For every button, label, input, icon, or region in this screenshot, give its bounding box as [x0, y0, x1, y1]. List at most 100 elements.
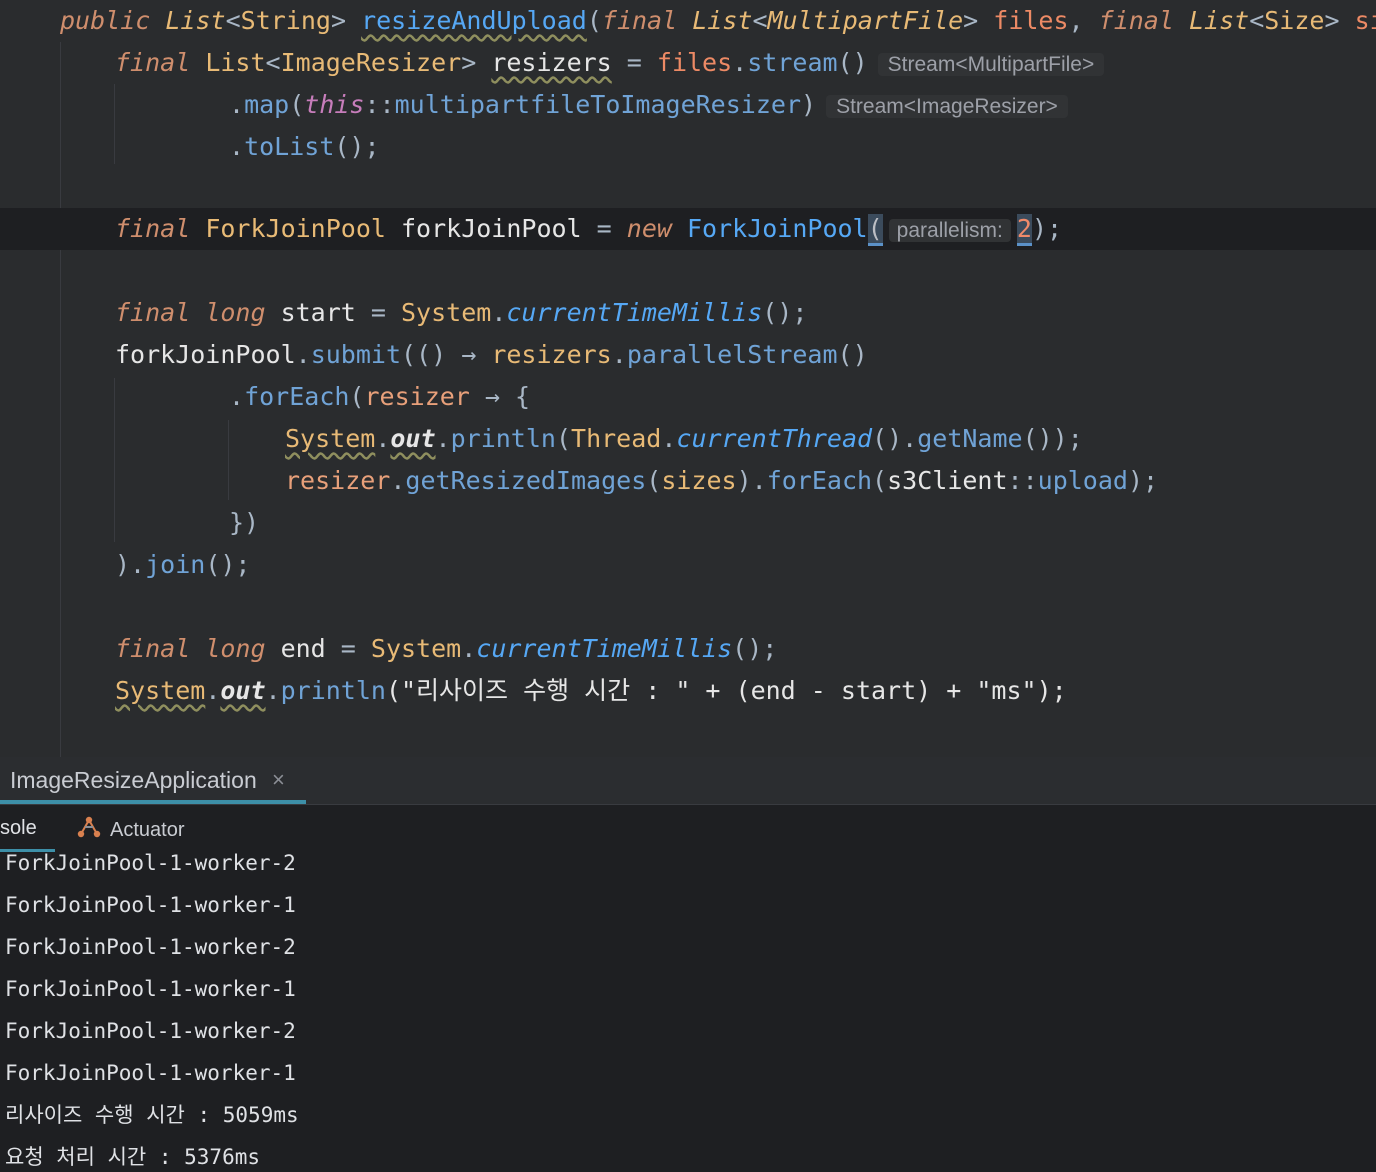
code-token: map	[244, 90, 290, 119]
code-token: ::	[364, 90, 395, 119]
code-line-join[interactable]: ).join();	[0, 544, 1376, 586]
code-token: .	[375, 424, 391, 453]
code-token: ) + "ms");	[916, 676, 1067, 705]
code-token: .	[229, 90, 245, 119]
code-token: (	[586, 6, 602, 35]
code-token: (	[872, 466, 888, 495]
actuator-icon	[76, 815, 102, 845]
code-token: upload	[1037, 466, 1128, 495]
code-token: currentTimeMillis	[476, 634, 733, 663]
code-token: final	[115, 298, 206, 327]
code-token: >	[1324, 6, 1355, 35]
run-tab-imageresizeapplication[interactable]: ImageResizeApplication ×	[0, 757, 306, 804]
console-output[interactable]: ForkJoinPool-1-worker-2 ForkJoinPool-1-w…	[0, 851, 1376, 1172]
active-tab-indicator	[0, 800, 306, 804]
code-line-tolist[interactable]: .toList();	[0, 126, 1376, 168]
code-token: parallelStream	[626, 340, 838, 369]
code-token: ForkJoinPool	[205, 214, 401, 243]
code-token: .	[205, 676, 221, 705]
code-token: (	[555, 424, 572, 453]
console-line: ForkJoinPool-1-worker-1	[5, 977, 296, 1001]
code-line-blank[interactable]	[0, 250, 1376, 292]
code-token: List	[1188, 6, 1250, 35]
code-line-submit[interactable]: forkJoinPool.submit(() → resizers.parall…	[0, 334, 1376, 376]
code-line-upload[interactable]: resizer.getResizedImages(sizes).forEach(…	[0, 460, 1376, 502]
code-token: currentTimeMillis	[506, 298, 763, 327]
code-token: currentThread	[676, 424, 873, 453]
code-token: start	[840, 676, 917, 705]
code-token: final	[115, 214, 206, 243]
code-token: <	[225, 6, 241, 35]
param-hint-parallelism: parallelism:	[888, 219, 1011, 242]
code-token: long	[205, 634, 281, 663]
code-line-start[interactable]: final long start = System.currentTimeMil…	[0, 292, 1376, 334]
code-line-blank[interactable]	[0, 168, 1376, 210]
code-editor[interactable]: public List<String> resizeAndUpload(fina…	[0, 0, 1376, 757]
code-token: ();	[732, 634, 778, 663]
console-line: ForkJoinPool-1-worker-2	[5, 851, 296, 875]
code-token: .	[229, 132, 245, 161]
code-line-println-time[interactable]: System.out.println("리사이즈 수행 시간 : " + (en…	[0, 670, 1376, 712]
code-token: <	[1249, 6, 1265, 35]
code-token: List	[165, 6, 226, 35]
code-token: getResizedImages	[405, 466, 647, 495]
code-token: ).	[736, 466, 767, 495]
code-token: sizes	[661, 466, 737, 495]
code-line-foreach[interactable]: .forEach(resizer → {	[0, 376, 1376, 418]
code-line-println-thread[interactable]: System.out.println(Thread.currentThread(…	[0, 418, 1376, 460]
code-line-forkjoinpool-current[interactable]: final ForkJoinPool forkJoinPool = new Fo…	[0, 208, 1376, 250]
code-token: → {	[469, 382, 531, 411]
run-tab-label: ImageResizeApplication	[10, 767, 257, 793]
code-line-close-lambda[interactable]: })	[0, 502, 1376, 544]
code-token: ).	[115, 550, 146, 579]
code-token: )	[801, 90, 817, 119]
code-token: files	[993, 6, 1069, 35]
code-token: join	[145, 550, 206, 579]
code-token: ::	[1007, 466, 1038, 495]
code-token: .	[611, 340, 627, 369]
code-token: =	[355, 298, 401, 327]
tab-console[interactable]: sole	[0, 817, 37, 840]
code-token: (	[289, 90, 305, 119]
code-token: =	[325, 634, 371, 663]
code-token: →	[461, 340, 492, 369]
code-token: })	[229, 508, 260, 537]
code-token: List	[692, 6, 753, 35]
code-token: new	[626, 214, 687, 243]
code-token: =	[611, 48, 657, 77]
code-token: out	[220, 676, 266, 705]
code-token: forkJoinPool	[115, 340, 296, 369]
code-token: ()	[837, 340, 868, 369]
code-token: resizers	[491, 340, 612, 369]
code-token: end	[750, 676, 796, 705]
code-token: resizer	[285, 466, 391, 495]
code-token: final	[115, 48, 206, 77]
code-token: <	[265, 48, 281, 77]
code-token: (()	[401, 340, 462, 369]
code-line-method-signature[interactable]: public List<String> resizeAndUpload(fina…	[0, 0, 1376, 42]
code-token: submit	[310, 340, 401, 369]
tab-actuator[interactable]: Actuator	[76, 815, 184, 845]
code-token: >	[461, 48, 492, 77]
close-icon[interactable]: ×	[272, 767, 285, 793]
code-line-map[interactable]: .map(this::multipartfileToImageResizer) S…	[0, 84, 1376, 126]
code-line-blank[interactable]	[0, 586, 1376, 628]
code-token: final	[1098, 6, 1189, 35]
console-line: ForkJoinPool-1-worker-1	[5, 893, 296, 917]
code-token: resizer	[364, 382, 470, 411]
code-token: ());	[1022, 424, 1083, 453]
code-token: end	[280, 634, 326, 663]
paren-open-highlight: (	[867, 214, 883, 246]
code-line-resizers-decl[interactable]: final List<ImageResizer> resizers = file…	[0, 42, 1376, 84]
code-token: sizes	[1354, 6, 1376, 35]
parallelism-value: 2	[1016, 214, 1032, 246]
type-hint-stream-imageresizer: Stream<ImageResizer>	[826, 95, 1068, 118]
code-token: String	[240, 6, 331, 35]
code-token: s3Client	[887, 466, 1008, 495]
code-token: println	[450, 424, 556, 453]
code-token: );	[1127, 466, 1159, 495]
code-token: >	[330, 6, 362, 35]
code-line-end[interactable]: final long end = System.currentTimeMilli…	[0, 628, 1376, 670]
code-token: files	[656, 48, 733, 77]
code-token: ImageResizer	[280, 48, 462, 77]
